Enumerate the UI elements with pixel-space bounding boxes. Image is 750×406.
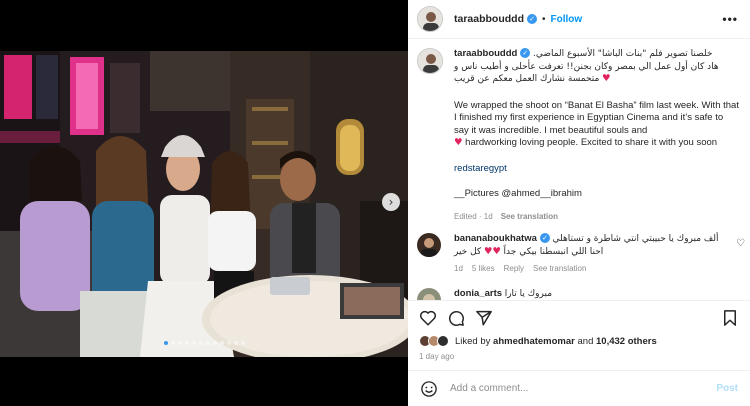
verified-icon: ✓	[539, 233, 550, 244]
verified-icon: ✓	[520, 48, 531, 59]
avatar[interactable]	[417, 6, 443, 32]
post-header: taraabbouddd ✓ • Follow •••	[408, 0, 750, 39]
carousel-dot	[226, 341, 231, 345]
hashtag-link[interactable]: redstaregypt	[454, 163, 739, 176]
comment-like-icon[interactable]: ♡	[736, 238, 745, 249]
more-icon[interactable]: •••	[722, 12, 738, 26]
comment-input[interactable]	[450, 383, 717, 394]
caption-arabic-line3-row: متحمسة نشارك العمل معكم عن قريب ♥	[454, 73, 739, 86]
carousel-dot	[184, 341, 189, 345]
emoji-icon[interactable]	[420, 380, 438, 398]
liked-by-user[interactable]: ahmedhatemomar	[493, 336, 575, 347]
caption-english: We wrapped the shoot on “Banat El Basha”…	[454, 100, 739, 150]
comment-age: 1d	[454, 264, 463, 273]
see-translation-link[interactable]: See translation	[533, 264, 586, 273]
caption-arabic-line1: خلصنا تصوير فلم "بنات الباشا" الأسبوع ال…	[532, 49, 713, 59]
avatar[interactable]	[417, 288, 441, 300]
follow-button[interactable]: Follow	[551, 14, 583, 25]
carousel-dot	[163, 341, 168, 345]
liker-avatars	[419, 335, 449, 347]
carousel-dot	[205, 341, 210, 345]
add-comment-bar: Post	[408, 370, 750, 406]
photo-illustration	[0, 51, 408, 357]
author-username[interactable]: taraabbouddd	[454, 13, 524, 25]
carousel-dot	[170, 341, 175, 345]
heart-emoji-icon: ♥	[454, 137, 463, 148]
carousel-dot	[191, 341, 196, 345]
caption-meta: Edited · 1d See translation	[454, 211, 739, 224]
post-comment-button[interactable]: Post	[716, 383, 738, 394]
avatar	[437, 335, 449, 347]
chevron-right-icon: ›	[388, 195, 394, 209]
likes-summary: Liked by ahmedhatemomar and 10,432 other…	[419, 335, 657, 347]
carousel-indicator	[0, 341, 408, 345]
caption: taraabbouddd ✓ خلصنا تصوير فلم "بنات البا…	[417, 48, 739, 223]
avatar[interactable]	[417, 48, 443, 74]
post-photo[interactable]	[0, 51, 408, 357]
bookmark-icon[interactable]	[721, 309, 739, 327]
comment-username[interactable]: donia_arts	[454, 288, 502, 299]
edited-label: Edited · 1d	[454, 211, 493, 221]
see-translation-link[interactable]: See translation	[501, 212, 558, 221]
comment-text-line2-row: كل خير ♥♥ احنا اللي انبسطنا بيكي جداً	[454, 246, 734, 259]
caption-arabic-line3: متحمسة نشارك العمل معكم عن قريب	[454, 74, 600, 84]
photo-credit: __Pictures @ahmed__ibrahim	[454, 188, 582, 199]
verified-icon: ✓	[527, 14, 537, 24]
media-pane: ›	[0, 0, 408, 406]
comment-meta: 1d 5 likes Reply See translation	[454, 263, 734, 276]
carousel-dot	[219, 341, 224, 345]
caption-english-text: We wrapped the shoot on “Banat El Basha”…	[454, 99, 739, 136]
post-details-panel: taraabbouddd ✓ • Follow ••• taraabbouddd…	[408, 0, 750, 406]
comment-username[interactable]: bananaboukhatwa	[454, 233, 537, 244]
post-time: 1 day ago	[419, 352, 455, 361]
heart-icon[interactable]	[419, 309, 437, 327]
carousel-dot	[212, 341, 217, 345]
liked-by-count[interactable]: 10,432 others	[596, 336, 657, 347]
comment-text-line3: احنا اللي انبسطنا بيكي جداً	[503, 246, 604, 257]
caption-english-text-2: hardworking loving people. Excited to sh…	[465, 137, 718, 148]
comment-text-line1: ألف مبروك يا حبيبتي انتي شاطرة و تستاهلي	[552, 234, 719, 244]
liked-by-prefix: Liked by	[455, 335, 491, 347]
action-bar	[408, 300, 750, 334]
carousel-dot	[233, 341, 238, 345]
share-icon[interactable]	[475, 309, 493, 327]
heart-emoji-icon: ♥	[601, 73, 611, 84]
comment-text: مبروك يا تارا	[504, 289, 553, 299]
avatar[interactable]	[417, 233, 441, 257]
carousel-dot	[177, 341, 182, 345]
comment-likes[interactable]: 5 likes	[472, 264, 495, 273]
comment-item: bananaboukhatwa ✓ ألف مبروك يا حبيبتي انت…	[417, 233, 747, 276]
comment-text-line2: كل خير	[454, 246, 482, 257]
comment-item: donia_arts مبروك يا تارا	[417, 288, 747, 300]
comment-icon[interactable]	[447, 309, 465, 327]
carousel-dot	[198, 341, 203, 345]
heart-emoji-icon: ♥♥	[483, 245, 501, 257]
liked-by-middle: and	[577, 335, 594, 347]
caption-username[interactable]: taraabbouddd	[454, 48, 517, 59]
carousel-dot	[240, 341, 245, 345]
separator-dot: •	[542, 13, 546, 25]
caption-arabic-line2: هاد كان أول عمل الي بمصر وكان بجنن!! تعر…	[454, 61, 719, 72]
reply-button[interactable]: Reply	[504, 264, 524, 273]
next-slide-button[interactable]: ›	[382, 193, 400, 211]
